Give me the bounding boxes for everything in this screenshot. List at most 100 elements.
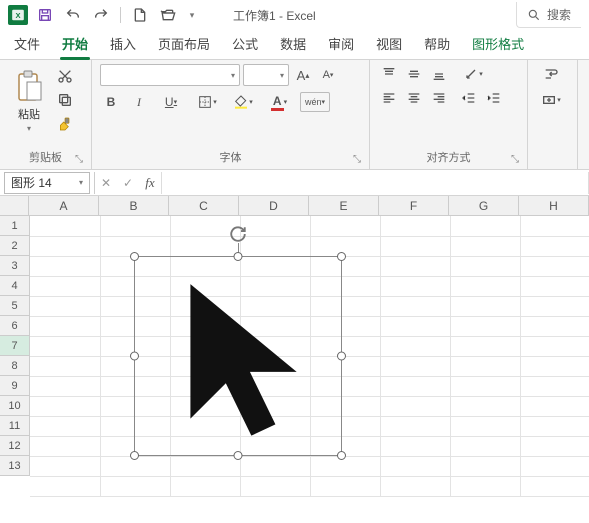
col-header-F[interactable]: F	[379, 196, 449, 216]
row-header-12[interactable]: 12	[0, 436, 30, 456]
search-icon	[527, 8, 541, 22]
svg-text:X: X	[15, 11, 20, 20]
tab-layout[interactable]: 页面布局	[156, 28, 212, 59]
row-header-9[interactable]: 9	[0, 376, 30, 396]
new-file-button[interactable]	[129, 4, 151, 26]
decrease-font-button[interactable]: A▾	[317, 65, 339, 85]
resize-handle-n[interactable]	[234, 252, 243, 261]
undo-button[interactable]	[62, 4, 84, 26]
ribbon-group-wrap: ▾	[528, 60, 578, 169]
border-button[interactable]: ▾	[192, 92, 222, 112]
col-header-C[interactable]: C	[169, 196, 239, 216]
col-header-E[interactable]: E	[309, 196, 379, 216]
row-header-2[interactable]: 2	[0, 236, 30, 256]
shape-selection-frame[interactable]	[134, 256, 342, 456]
decrease-indent-button[interactable]	[458, 88, 480, 108]
col-header-H[interactable]: H	[519, 196, 589, 216]
tab-formulas[interactable]: 公式	[230, 28, 260, 59]
align-center-button[interactable]	[403, 88, 425, 108]
tab-review[interactable]: 审阅	[326, 28, 356, 59]
align-left-button[interactable]	[378, 88, 400, 108]
tab-shape-format[interactable]: 图形格式	[470, 28, 526, 59]
enter-formula-button[interactable]: ✓	[117, 172, 139, 194]
font-size-combo[interactable]: ▾	[243, 64, 289, 86]
tab-help[interactable]: 帮助	[422, 28, 452, 59]
tab-view[interactable]: 视图	[374, 28, 404, 59]
rotate-handle[interactable]	[229, 225, 247, 243]
italic-button[interactable]: I	[128, 92, 150, 112]
font-launcher[interactable]: ⤡	[353, 154, 361, 165]
row-header-3[interactable]: 3	[0, 256, 30, 276]
tab-home[interactable]: 开始	[60, 28, 90, 59]
row-header-10[interactable]: 10	[0, 396, 30, 416]
resize-handle-ne[interactable]	[337, 252, 346, 261]
qat-customize-button[interactable]: ▾	[185, 4, 199, 26]
align-middle-button[interactable]	[403, 64, 425, 84]
resize-handle-sw[interactable]	[130, 451, 139, 460]
col-header-B[interactable]: B	[99, 196, 169, 216]
tab-data[interactable]: 数据	[278, 28, 308, 59]
titlebar: X ▾ 工作簿1 - Excel 搜索	[0, 0, 589, 30]
qat-separator	[120, 7, 121, 23]
align-bottom-button[interactable]	[428, 64, 450, 84]
row-header-11[interactable]: 11	[0, 416, 30, 436]
search-placeholder: 搜索	[547, 6, 571, 23]
phonetic-button[interactable]: wén ▾	[300, 92, 330, 112]
ribbon-group-alignment: ▾ 对齐方式⤡	[370, 60, 528, 169]
ribbon-tabs: 文件 开始 插入 页面布局 公式 数据 审阅 视图 帮助 图形格式	[0, 30, 589, 60]
row-header-1[interactable]: 1	[0, 216, 30, 236]
resize-handle-se[interactable]	[337, 451, 346, 460]
align-top-button[interactable]	[378, 64, 400, 84]
row-header-4[interactable]: 4	[0, 276, 30, 296]
underline-button[interactable]: U ▾	[156, 92, 186, 112]
fill-color-button[interactable]: ▾	[228, 92, 258, 112]
search-box[interactable]: 搜索	[516, 2, 581, 28]
increase-indent-button[interactable]	[483, 88, 505, 108]
font-name-combo[interactable]: ▾	[100, 64, 240, 86]
excel-app-icon: X	[8, 5, 28, 25]
orientation-button[interactable]: ▾	[458, 64, 488, 84]
tab-file[interactable]: 文件	[12, 28, 42, 59]
cursor-arrow-shape[interactable]	[165, 277, 315, 447]
ribbon: 粘贴 ▾ 剪贴板 ⤡ ▾ ▾ A▴ A▾	[0, 60, 589, 170]
align-launcher[interactable]: ⤡	[511, 154, 519, 165]
name-box-value: 图形 14	[11, 174, 52, 191]
cancel-formula-button[interactable]: ✕	[95, 172, 117, 194]
open-file-button[interactable]	[157, 4, 179, 26]
font-color-button[interactable]: A▾	[264, 92, 294, 112]
col-header-D[interactable]: D	[239, 196, 309, 216]
clipboard-launcher[interactable]: ⤡	[75, 154, 83, 165]
insert-function-button[interactable]: fx	[139, 172, 161, 194]
merge-button[interactable]: ▾	[536, 90, 566, 110]
resize-handle-nw[interactable]	[130, 252, 139, 261]
formula-input[interactable]	[161, 172, 589, 194]
resize-handle-s[interactable]	[234, 451, 243, 460]
tab-insert[interactable]: 插入	[108, 28, 138, 59]
row-header-13[interactable]: 13	[0, 456, 30, 476]
redo-button[interactable]	[90, 4, 112, 26]
row-header-8[interactable]: 8	[0, 356, 30, 376]
paste-button[interactable]: 粘贴 ▾	[8, 64, 50, 137]
resize-handle-w[interactable]	[130, 352, 139, 361]
name-box[interactable]: 图形 14 ▾	[4, 172, 90, 194]
cut-button[interactable]	[54, 66, 76, 86]
window-title: 工作簿1 - Excel	[233, 7, 316, 24]
paste-label: 粘贴	[18, 106, 40, 122]
ribbon-group-clipboard: 粘贴 ▾ 剪贴板 ⤡	[0, 60, 92, 169]
bold-button[interactable]: B	[100, 92, 122, 112]
format-painter-button[interactable]	[54, 114, 76, 134]
copy-button[interactable]	[54, 90, 76, 110]
save-button[interactable]	[34, 4, 56, 26]
increase-font-button[interactable]: A▴	[292, 65, 314, 85]
wrap-text-button[interactable]	[536, 64, 566, 84]
select-all-corner[interactable]	[0, 196, 29, 216]
row-header-7[interactable]: 7	[0, 336, 30, 356]
resize-handle-e[interactable]	[337, 352, 346, 361]
align-right-button[interactable]	[428, 88, 450, 108]
ribbon-group-font: ▾ ▾ A▴ A▾ B I U ▾ ▾ ▾ A▾ wén ▾	[92, 60, 370, 169]
col-header-G[interactable]: G	[449, 196, 519, 216]
clipboard-group-label: 剪贴板	[29, 152, 62, 164]
col-header-A[interactable]: A	[29, 196, 99, 216]
row-header-6[interactable]: 6	[0, 316, 30, 336]
row-header-5[interactable]: 5	[0, 296, 30, 316]
